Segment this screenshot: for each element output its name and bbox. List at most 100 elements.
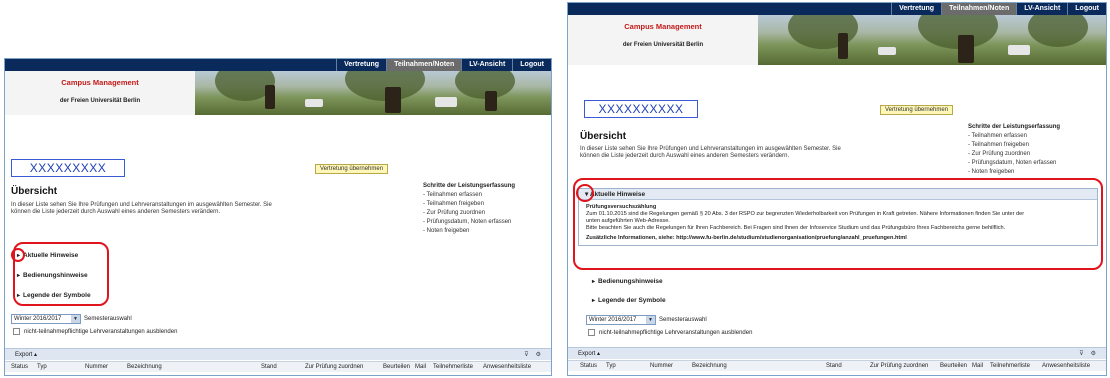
chevron-down-icon: ▼	[646, 316, 655, 324]
col-nummer[interactable]: Nummer	[650, 363, 673, 369]
takeover-button[interactable]: Vertretung übernehmen	[880, 105, 954, 115]
steps-panel: Schritte der Leistungserfassung - Teilna…	[423, 182, 515, 236]
step-item: - Teilnahmen freigeben	[423, 201, 484, 207]
campus-photo	[195, 71, 551, 115]
col-mail[interactable]: Mail	[972, 363, 983, 369]
semester-selector: Winter 2016/2017 ▼ Semesterauswahl	[11, 314, 132, 324]
filter-icon[interactable]: ⊽	[524, 352, 528, 358]
col-anwesenheitsliste[interactable]: Anwesenheitsliste	[1042, 363, 1090, 369]
chevron-down-icon: ▼	[71, 315, 80, 323]
col-typ[interactable]: Typ	[37, 364, 47, 370]
step-item: - Prüfungsdatum, Noten erfassen	[968, 160, 1057, 166]
brand-subtitle: der Freien Universität Berlin	[622, 42, 704, 48]
nav-logout[interactable]: Logout	[512, 59, 551, 71]
accordion-label: Bedienungshinweise	[598, 278, 663, 285]
intro-text: In dieser Liste sehen Sie Ihre Prüfungen…	[580, 146, 880, 160]
intro-line-2: können die Liste jederzeit durch Auswahl…	[580, 153, 790, 159]
campus-photo	[758, 15, 1106, 65]
nav-vertretung[interactable]: Vertretung	[891, 3, 941, 15]
semester-value: Winter 2016/2017	[14, 316, 62, 322]
hide-courses-label: nicht-teilnahmepflichtige Lehrveranstalt…	[24, 328, 178, 335]
col-anwesenheitsliste[interactable]: Anwesenheitsliste	[483, 364, 531, 370]
name-placeholder-box: XXXXXXXXXX	[584, 100, 698, 118]
steps-panel: Schritte der Leistungserfassung - Teilna…	[968, 123, 1060, 177]
intro-line-1: In dieser Liste sehen Sie Ihre Prüfungen…	[580, 146, 841, 152]
semester-label: Semesterauswahl	[659, 317, 707, 323]
settings-icon[interactable]: ⚙	[1091, 351, 1096, 357]
step-item: - Zur Prüfung zuordnen	[968, 151, 1031, 157]
col-nummer[interactable]: Nummer	[85, 364, 108, 370]
top-navigation: Vertretung Teilnahmen/Noten LV-Ansicht L…	[568, 3, 1106, 15]
hide-courses-row: nicht-teilnahmepflichtige Lehrveranstalt…	[588, 329, 752, 336]
brand-subtitle: der Freien Universität Berlin	[59, 98, 141, 104]
table-toolbar: Export ▴ ⊽ ⚙	[568, 347, 1106, 359]
highlight-hinweise-box	[573, 178, 1103, 270]
semester-value: Winter 2016/2017	[589, 317, 637, 323]
col-status[interactable]: Status	[11, 364, 28, 370]
nav-logout[interactable]: Logout	[1067, 3, 1106, 15]
table-toolbar: Export ▴ ⊽ ⚙	[5, 348, 551, 360]
table-header: Status Typ Nummer Bezeichnung Stand Zur …	[5, 361, 551, 372]
brand-title: Campus Management	[624, 22, 702, 31]
col-bezeichnung[interactable]: Bezeichnung	[692, 363, 727, 369]
step-item: - Noten freigeben	[968, 169, 1015, 175]
nav-teilnahmen-noten[interactable]: Teilnahmen/Noten	[941, 3, 1017, 15]
export-menu[interactable]: Export ▴	[15, 351, 37, 358]
col-beurteilen[interactable]: Beurteilen	[383, 364, 410, 370]
chevron-right-icon: ▸	[592, 279, 596, 285]
col-status[interactable]: Status	[580, 363, 597, 369]
nav-teilnahmen-noten[interactable]: Teilnahmen/Noten	[386, 59, 462, 71]
col-bezeichnung[interactable]: Bezeichnung	[127, 364, 162, 370]
screenshot-left: Vertretung Teilnahmen/Noten LV-Ansicht L…	[4, 58, 552, 376]
accordion-label: Legende der Symbole	[598, 297, 666, 304]
chevron-right-icon: ▸	[592, 298, 596, 304]
col-teilnehmerliste[interactable]: Teilnehmerliste	[990, 363, 1030, 369]
hide-courses-checkbox[interactable]	[588, 329, 595, 336]
name-placeholder-box: XXXXXXXXX	[11, 159, 125, 177]
semester-label: Semesterauswahl	[84, 316, 132, 322]
brand-block: Campus Management der Freien Universität…	[5, 71, 195, 115]
screenshot-right: Vertretung Teilnahmen/Noten LV-Ansicht L…	[567, 2, 1107, 376]
export-menu[interactable]: Export ▴	[578, 350, 600, 357]
step-item: - Noten freigeben	[423, 228, 470, 234]
steps-title: Schritte der Leistungserfassung	[423, 183, 516, 189]
col-beurteilen[interactable]: Beurteilen	[940, 363, 967, 369]
col-zur-pruefung[interactable]: Zur Prüfung zuordnen	[305, 364, 363, 370]
top-navigation: Vertretung Teilnahmen/Noten LV-Ansicht L…	[5, 59, 551, 71]
step-item: - Teilnahmen freigeben	[968, 142, 1029, 148]
nav-vertretung[interactable]: Vertretung	[336, 59, 386, 71]
col-zur-pruefung[interactable]: Zur Prüfung zuordnen	[870, 363, 928, 369]
step-item: - Zur Prüfung zuordnen	[423, 210, 486, 216]
nav-lv-ansicht[interactable]: LV-Ansicht	[1016, 3, 1067, 15]
accordion-bedienungshinweise[interactable]: ▸ Bedienungshinweise	[592, 278, 663, 285]
filter-icon[interactable]: ⊽	[1079, 351, 1083, 357]
page-title: Übersicht	[11, 186, 58, 197]
step-item: - Prüfungsdatum, Noten erfassen	[423, 219, 512, 225]
settings-icon[interactable]: ⚙	[536, 352, 541, 358]
semester-select[interactable]: Winter 2016/2017 ▼	[11, 314, 81, 324]
step-item: - Teilnahmen erfassen	[968, 133, 1027, 139]
hide-courses-row: nicht-teilnahmepflichtige Lehrveranstalt…	[13, 328, 177, 335]
table-header: Status Typ Nummer Bezeichnung Stand Zur …	[568, 360, 1106, 371]
takeover-button[interactable]: Vertretung übernehmen	[315, 164, 389, 174]
header-banner: Campus Management der Freien Universität…	[5, 71, 551, 115]
highlight-expand-arrow	[11, 248, 25, 262]
page-title: Übersicht	[580, 131, 627, 142]
hide-courses-checkbox[interactable]	[13, 328, 20, 335]
semester-selector: Winter 2016/2017 ▼ Semesterauswahl	[586, 315, 707, 325]
semester-select[interactable]: Winter 2016/2017 ▼	[586, 315, 656, 325]
step-item: - Teilnahmen erfassen	[423, 192, 482, 198]
highlight-expand-arrow	[576, 184, 594, 202]
col-typ[interactable]: Typ	[606, 363, 616, 369]
col-stand[interactable]: Stand	[261, 364, 277, 370]
col-mail[interactable]: Mail	[415, 364, 426, 370]
col-stand[interactable]: Stand	[826, 363, 842, 369]
col-teilnehmerliste[interactable]: Teilnehmerliste	[433, 364, 473, 370]
header-banner: Campus Management der Freien Universität…	[568, 15, 1106, 65]
nav-lv-ansicht[interactable]: LV-Ansicht	[461, 59, 512, 71]
intro-line-2: können die Liste jederzeit durch Auswahl…	[11, 209, 221, 215]
intro-text: In dieser Liste sehen Sie Ihre Prüfungen…	[11, 202, 311, 216]
hide-courses-label: nicht-teilnahmepflichtige Lehrveranstalt…	[599, 329, 753, 336]
brand-title: Campus Management	[61, 78, 139, 87]
accordion-legende[interactable]: ▸ Legende der Symbole	[592, 297, 666, 304]
